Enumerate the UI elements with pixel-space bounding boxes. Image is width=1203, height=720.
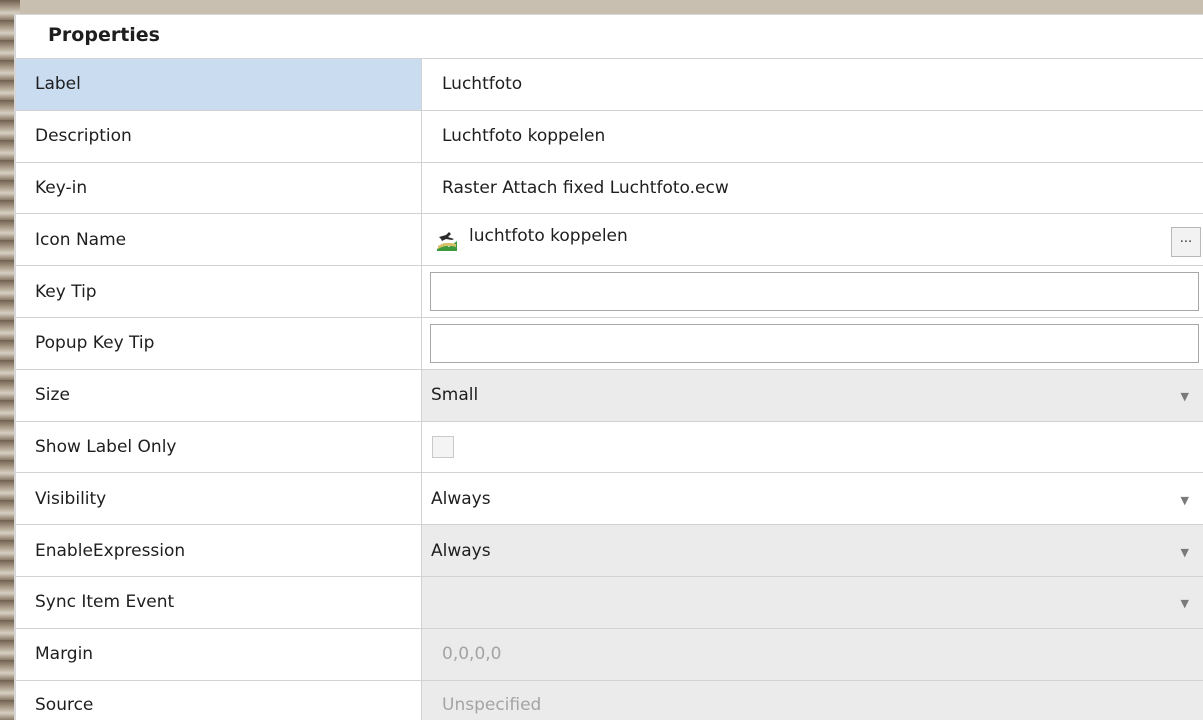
margin-field: 0,0,0,0 <box>422 628 1203 680</box>
property-row-description[interactable]: Description Luchtfoto koppelen <box>16 109 1203 162</box>
property-row-key-in[interactable]: Key-in Raster Attach fixed Luchtfoto.ecw <box>16 161 1203 214</box>
chevron-down-icon: ▼ <box>1180 493 1189 507</box>
visibility-dropdown[interactable]: Always ▼ <box>422 473 1203 524</box>
sync-item-event-cell: ▼ <box>422 576 1203 628</box>
property-row-visibility[interactable]: Visibility Always ▼ <box>16 472 1203 525</box>
property-name: Description <box>16 110 422 162</box>
description-field[interactable]: Luchtfoto koppelen <box>422 111 1203 162</box>
browse-icon-button[interactable]: ... <box>1171 227 1201 258</box>
key-tip-input[interactable] <box>430 272 1199 311</box>
sync-item-event-dropdown[interactable]: ▼ <box>422 576 1203 628</box>
popup-key-tip-cell <box>422 318 1203 369</box>
size-selected-value: Small <box>431 385 479 406</box>
property-name: Sync Item Event <box>16 576 422 628</box>
icon-name-text: luchtfoto koppelen <box>469 226 628 247</box>
show-label-only-checkbox[interactable] <box>432 435 454 458</box>
property-row-label[interactable]: Label Luchtfoto <box>16 58 1203 110</box>
chevron-down-icon: ▼ <box>1180 389 1189 403</box>
aerial-photo-icon <box>436 230 458 253</box>
property-name: Margin <box>16 628 422 680</box>
panel-title: Properties <box>48 24 160 46</box>
property-row-size[interactable]: Size Small ▼ <box>16 368 1203 421</box>
property-name: Key Tip <box>16 266 422 317</box>
property-row-show-label-only[interactable]: Show Label Only <box>16 420 1203 473</box>
icon-name-field[interactable]: luchtfoto koppelen ... <box>422 214 1203 265</box>
enable-expression-selected-value: Always <box>431 540 491 561</box>
size-cell: Small ▼ <box>422 369 1203 421</box>
property-row-popup-key-tip[interactable]: Popup Key Tip <box>16 316 1203 369</box>
key-in-field[interactable]: Raster Attach fixed Luchtfoto.ecw <box>422 163 1203 214</box>
property-row-enable-expression[interactable]: EnableExpression Always ▼ <box>16 524 1203 576</box>
property-row-sync-item-event[interactable]: Sync Item Event ▼ <box>16 575 1203 628</box>
property-name: Label <box>16 59 422 110</box>
property-name: Visibility <box>16 473 422 525</box>
property-name: Show Label Only <box>16 421 422 473</box>
property-grid: Label Luchtfoto Description Luchtfoto ko… <box>16 58 1203 720</box>
property-row-key-tip[interactable]: Key Tip <box>16 265 1203 317</box>
property-row-source: Source Unspecified <box>16 679 1203 720</box>
property-name: Size <box>16 369 422 421</box>
enable-expression-cell: Always ▼ <box>422 525 1203 576</box>
property-name: Popup Key Tip <box>16 317 422 369</box>
enable-expression-dropdown[interactable]: Always ▼ <box>422 525 1203 576</box>
show-label-only-cell <box>422 422 1203 473</box>
property-name: EnableExpression <box>16 525 422 576</box>
size-dropdown[interactable]: Small ▼ <box>422 369 1203 421</box>
margin-cell: 0,0,0,0 <box>422 628 1203 680</box>
property-name: Icon Name <box>16 214 422 266</box>
chevron-down-icon: ▼ <box>1180 597 1189 611</box>
property-name: Key-in <box>16 162 422 214</box>
source-cell: Unspecified <box>422 680 1203 720</box>
property-name: Source <box>16 680 422 720</box>
property-row-icon-name[interactable]: Icon Name luchtfoto koppelen ... <box>16 213 1203 266</box>
visibility-cell: Always ▼ <box>422 473 1203 524</box>
source-field: Unspecified <box>422 680 1203 720</box>
chevron-down-icon: ▼ <box>1180 545 1189 559</box>
key-tip-cell <box>422 266 1203 317</box>
properties-panel: Properties Label Luchtfoto Description L… <box>14 14 1203 720</box>
popup-key-tip-input[interactable] <box>430 323 1199 363</box>
property-row-margin: Margin 0,0,0,0 <box>16 627 1203 680</box>
visibility-selected-value: Always <box>431 488 491 509</box>
label-field[interactable]: Luchtfoto <box>422 59 1203 110</box>
